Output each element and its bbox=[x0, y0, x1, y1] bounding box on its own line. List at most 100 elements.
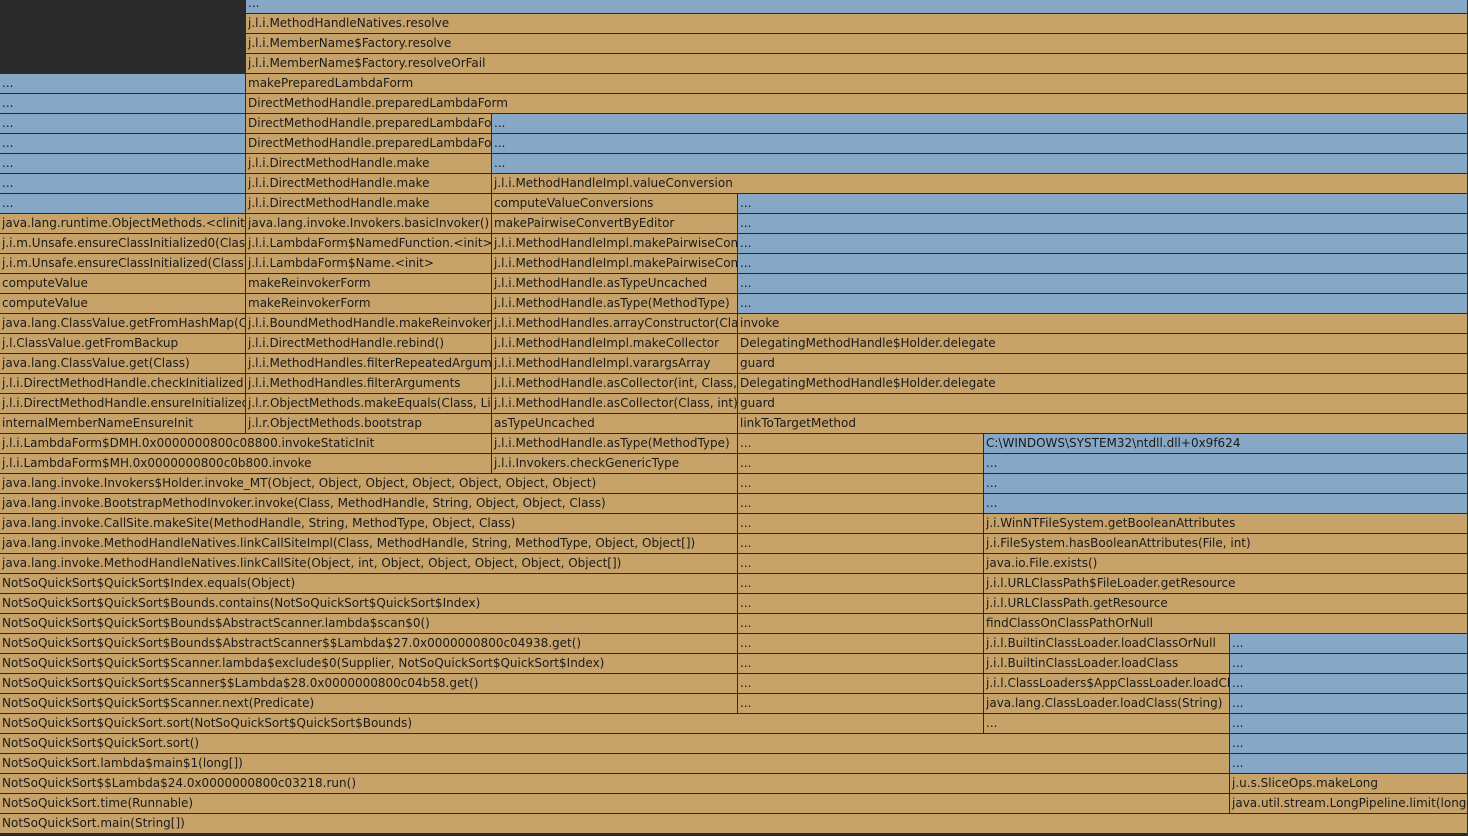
stack-frame[interactable]: guard bbox=[738, 394, 1468, 414]
stack-frame[interactable]: j.l.i.MethodHandleImpl.makePairwiseConve… bbox=[492, 234, 738, 254]
stack-frame[interactable]: NotSoQuickSort.lambda$main$1(long[]) bbox=[0, 754, 1230, 774]
stack-frame[interactable]: j.l.i.DirectMethodHandle.checkInitialize… bbox=[0, 374, 246, 394]
stack-frame[interactable]: j.l.i.MemberName$Factory.resolve bbox=[246, 34, 1468, 54]
stack-frame[interactable]: j.l.i.DirectMethodHandle.make bbox=[246, 194, 492, 214]
stack-frame[interactable]: j.l.i.DirectMethodHandle.make bbox=[246, 174, 492, 194]
stack-frame[interactable]: ... bbox=[738, 634, 984, 654]
stack-frame[interactable]: ... bbox=[1230, 734, 1468, 754]
stack-frame[interactable]: ... bbox=[738, 674, 984, 694]
stack-frame[interactable]: j.l.i.DirectMethodHandle.ensureInitializ… bbox=[0, 394, 246, 414]
stack-frame[interactable]: ... bbox=[738, 194, 1468, 214]
stack-frame[interactable]: j.l.i.MethodHandle.asCollector(int, Clas… bbox=[492, 374, 738, 394]
stack-frame[interactable]: ... bbox=[0, 134, 246, 154]
stack-frame[interactable]: java.lang.invoke.CallSite.makeSite(Metho… bbox=[0, 514, 738, 534]
stack-frame[interactable]: java.lang.invoke.MethodHandleNatives.lin… bbox=[0, 534, 738, 554]
stack-frame[interactable]: ... bbox=[738, 694, 984, 714]
stack-frame[interactable]: java.io.File.exists() bbox=[984, 554, 1468, 574]
stack-frame[interactable]: ... bbox=[492, 114, 1468, 134]
stack-frame[interactable]: ... bbox=[1230, 714, 1468, 734]
stack-frame[interactable]: j.l.i.MethodHandles.filterArguments bbox=[246, 374, 492, 394]
stack-frame[interactable]: ... bbox=[738, 474, 984, 494]
stack-frame[interactable]: j.l.i.MethodHandles.filterRepeatedArgume… bbox=[246, 354, 492, 374]
stack-frame[interactable]: j.l.i.DirectMethodHandle.rebind() bbox=[246, 334, 492, 354]
stack-frame[interactable]: ... bbox=[0, 194, 246, 214]
stack-frame[interactable]: java.lang.ClassLoader.loadClass(String) bbox=[984, 694, 1230, 714]
stack-frame[interactable]: j.i.m.Unsafe.ensureClassInitialized0(Cla… bbox=[0, 234, 246, 254]
stack-frame[interactable]: ... bbox=[1230, 694, 1468, 714]
stack-frame[interactable]: j.i.l.ClassLoaders$AppClassLoader.loadCl… bbox=[984, 674, 1230, 694]
stack-frame[interactable]: j.l.i.MethodHandleNatives.resolve bbox=[246, 14, 1468, 34]
stack-frame[interactable]: java.lang.ClassValue.get(Class) bbox=[0, 354, 246, 374]
stack-frame[interactable]: NotSoQuickSort$QuickSort$Scanner$$Lambda… bbox=[0, 674, 738, 694]
stack-frame[interactable]: makePairwiseConvertByEditor bbox=[492, 214, 738, 234]
stack-frame[interactable]: j.u.s.SliceOps.makeLong bbox=[1230, 774, 1468, 794]
stack-frame[interactable]: j.l.i.DirectMethodHandle.make bbox=[246, 154, 492, 174]
stack-frame[interactable]: NotSoQuickSort$QuickSort$Index.equals(Ob… bbox=[0, 574, 738, 594]
stack-frame[interactable]: ... bbox=[738, 554, 984, 574]
stack-frame[interactable]: DirectMethodHandle.preparedLambdaForm bbox=[246, 134, 492, 154]
stack-frame[interactable]: ... bbox=[0, 174, 246, 194]
stack-frame[interactable]: j.l.i.LambdaForm$MH.0x0000000800c0b800.i… bbox=[0, 454, 492, 474]
stack-frame[interactable]: NotSoQuickSort$QuickSort.sort(NotSoQuick… bbox=[0, 714, 984, 734]
stack-frame[interactable]: ... bbox=[738, 514, 984, 534]
stack-frame[interactable]: ... bbox=[0, 154, 246, 174]
stack-frame[interactable]: j.l.i.MemberName$Factory.resolveOrFail bbox=[246, 54, 1468, 74]
stack-frame[interactable]: j.l.i.BoundMethodHandle.makeReinvoker bbox=[246, 314, 492, 334]
stack-frame[interactable]: j.i.l.BuiltinClassLoader.loadClass bbox=[984, 654, 1230, 674]
stack-frame[interactable]: ... bbox=[738, 594, 984, 614]
stack-frame[interactable]: ... bbox=[738, 294, 1468, 314]
stack-frame[interactable]: java.util.stream.LongPipeline.limit(long… bbox=[1230, 794, 1468, 814]
stack-frame[interactable]: ... bbox=[738, 454, 984, 474]
stack-frame[interactable]: makeReinvokerForm bbox=[246, 294, 492, 314]
stack-frame[interactable]: NotSoQuickSort.main(String[]) bbox=[0, 814, 1468, 834]
stack-frame[interactable]: j.l.i.MethodHandle.asTypeUncached bbox=[492, 274, 738, 294]
stack-frame[interactable]: ... bbox=[984, 714, 1230, 734]
stack-frame[interactable]: j.l.i.MethodHandleImpl.makeCollector bbox=[492, 334, 738, 354]
stack-frame[interactable]: ... bbox=[738, 654, 984, 674]
stack-frame[interactable]: ... bbox=[738, 214, 1468, 234]
stack-frame[interactable]: computeValue bbox=[0, 294, 246, 314]
stack-frame[interactable]: ... bbox=[738, 534, 984, 554]
stack-frame[interactable]: ... bbox=[0, 114, 246, 134]
stack-frame[interactable]: j.i.l.BuiltinClassLoader.loadClassOrNull bbox=[984, 634, 1230, 654]
stack-frame[interactable]: ... bbox=[1230, 674, 1468, 694]
stack-frame[interactable]: linkToTargetMethod bbox=[738, 414, 1468, 434]
stack-frame[interactable]: NotSoQuickSort$QuickSort$Scanner.lambda$… bbox=[0, 654, 738, 674]
stack-frame[interactable]: makePreparedLambdaForm bbox=[246, 74, 1468, 94]
stack-frame[interactable]: ... bbox=[738, 234, 1468, 254]
stack-frame[interactable]: ... bbox=[738, 574, 984, 594]
stack-frame[interactable]: java.lang.invoke.Invokers.basicInvoker() bbox=[246, 214, 492, 234]
stack-frame[interactable]: ... bbox=[492, 134, 1468, 154]
stack-frame[interactable]: ... bbox=[738, 614, 984, 634]
stack-frame[interactable]: ... bbox=[1230, 754, 1468, 774]
stack-frame[interactable]: ... bbox=[492, 154, 1468, 174]
stack-frame[interactable]: NotSoQuickSort$QuickSort$Scanner.next(Pr… bbox=[0, 694, 738, 714]
stack-frame[interactable]: j.l.i.MethodHandleImpl.varargsArray bbox=[492, 354, 738, 374]
stack-frame[interactable]: DirectMethodHandle.preparedLambdaForm bbox=[246, 114, 492, 134]
stack-frame[interactable]: asTypeUncached bbox=[492, 414, 738, 434]
stack-frame[interactable]: j.l.i.LambdaForm$Name.<init> bbox=[246, 254, 492, 274]
stack-frame[interactable]: j.i.l.URLClassPath$FileLoader.getResourc… bbox=[984, 574, 1468, 594]
stack-frame[interactable]: j.i.FileSystem.hasBooleanAttributes(File… bbox=[984, 534, 1468, 554]
stack-frame[interactable]: NotSoQuickSort$QuickSort.sort() bbox=[0, 734, 1230, 754]
stack-frame[interactable]: C:\WINDOWS\SYSTEM32\ntdll.dll+0x9f624 bbox=[984, 434, 1468, 454]
stack-frame[interactable]: ... bbox=[738, 254, 1468, 274]
stack-frame[interactable]: ... bbox=[738, 434, 984, 454]
stack-frame[interactable]: j.l.i.MethodHandle.asType(MethodType) bbox=[492, 434, 738, 454]
stack-frame[interactable]: guard bbox=[738, 354, 1468, 374]
stack-frame[interactable]: makeReinvokerForm bbox=[246, 274, 492, 294]
stack-frame[interactable]: NotSoQuickSort$QuickSort$Bounds.contains… bbox=[0, 594, 738, 614]
stack-frame[interactable]: j.l.i.LambdaForm$DMH.0x0000000800c08800.… bbox=[0, 434, 492, 454]
stack-frame[interactable]: j.l.i.MethodHandleImpl.makePairwiseConve… bbox=[492, 254, 738, 274]
stack-frame[interactable]: internalMemberNameEnsureInit bbox=[0, 414, 246, 434]
stack-frame[interactable]: ... bbox=[984, 474, 1468, 494]
stack-frame[interactable]: ... bbox=[738, 494, 984, 514]
stack-frame[interactable]: java.lang.invoke.BootstrapMethodInvoker.… bbox=[0, 494, 738, 514]
stack-frame[interactable]: NotSoQuickSort$$Lambda$24.0x0000000800c0… bbox=[0, 774, 1230, 794]
stack-frame[interactable]: ... bbox=[246, 0, 1468, 14]
stack-frame[interactable]: ... bbox=[1230, 634, 1468, 654]
stack-frame[interactable]: NotSoQuickSort$QuickSort$Bounds$Abstract… bbox=[0, 614, 738, 634]
stack-frame[interactable]: j.l.i.LambdaForm$NamedFunction.<init> bbox=[246, 234, 492, 254]
stack-frame[interactable]: ... bbox=[0, 94, 246, 114]
stack-frame[interactable]: java.lang.ClassValue.getFromHashMap(Clas… bbox=[0, 314, 246, 334]
